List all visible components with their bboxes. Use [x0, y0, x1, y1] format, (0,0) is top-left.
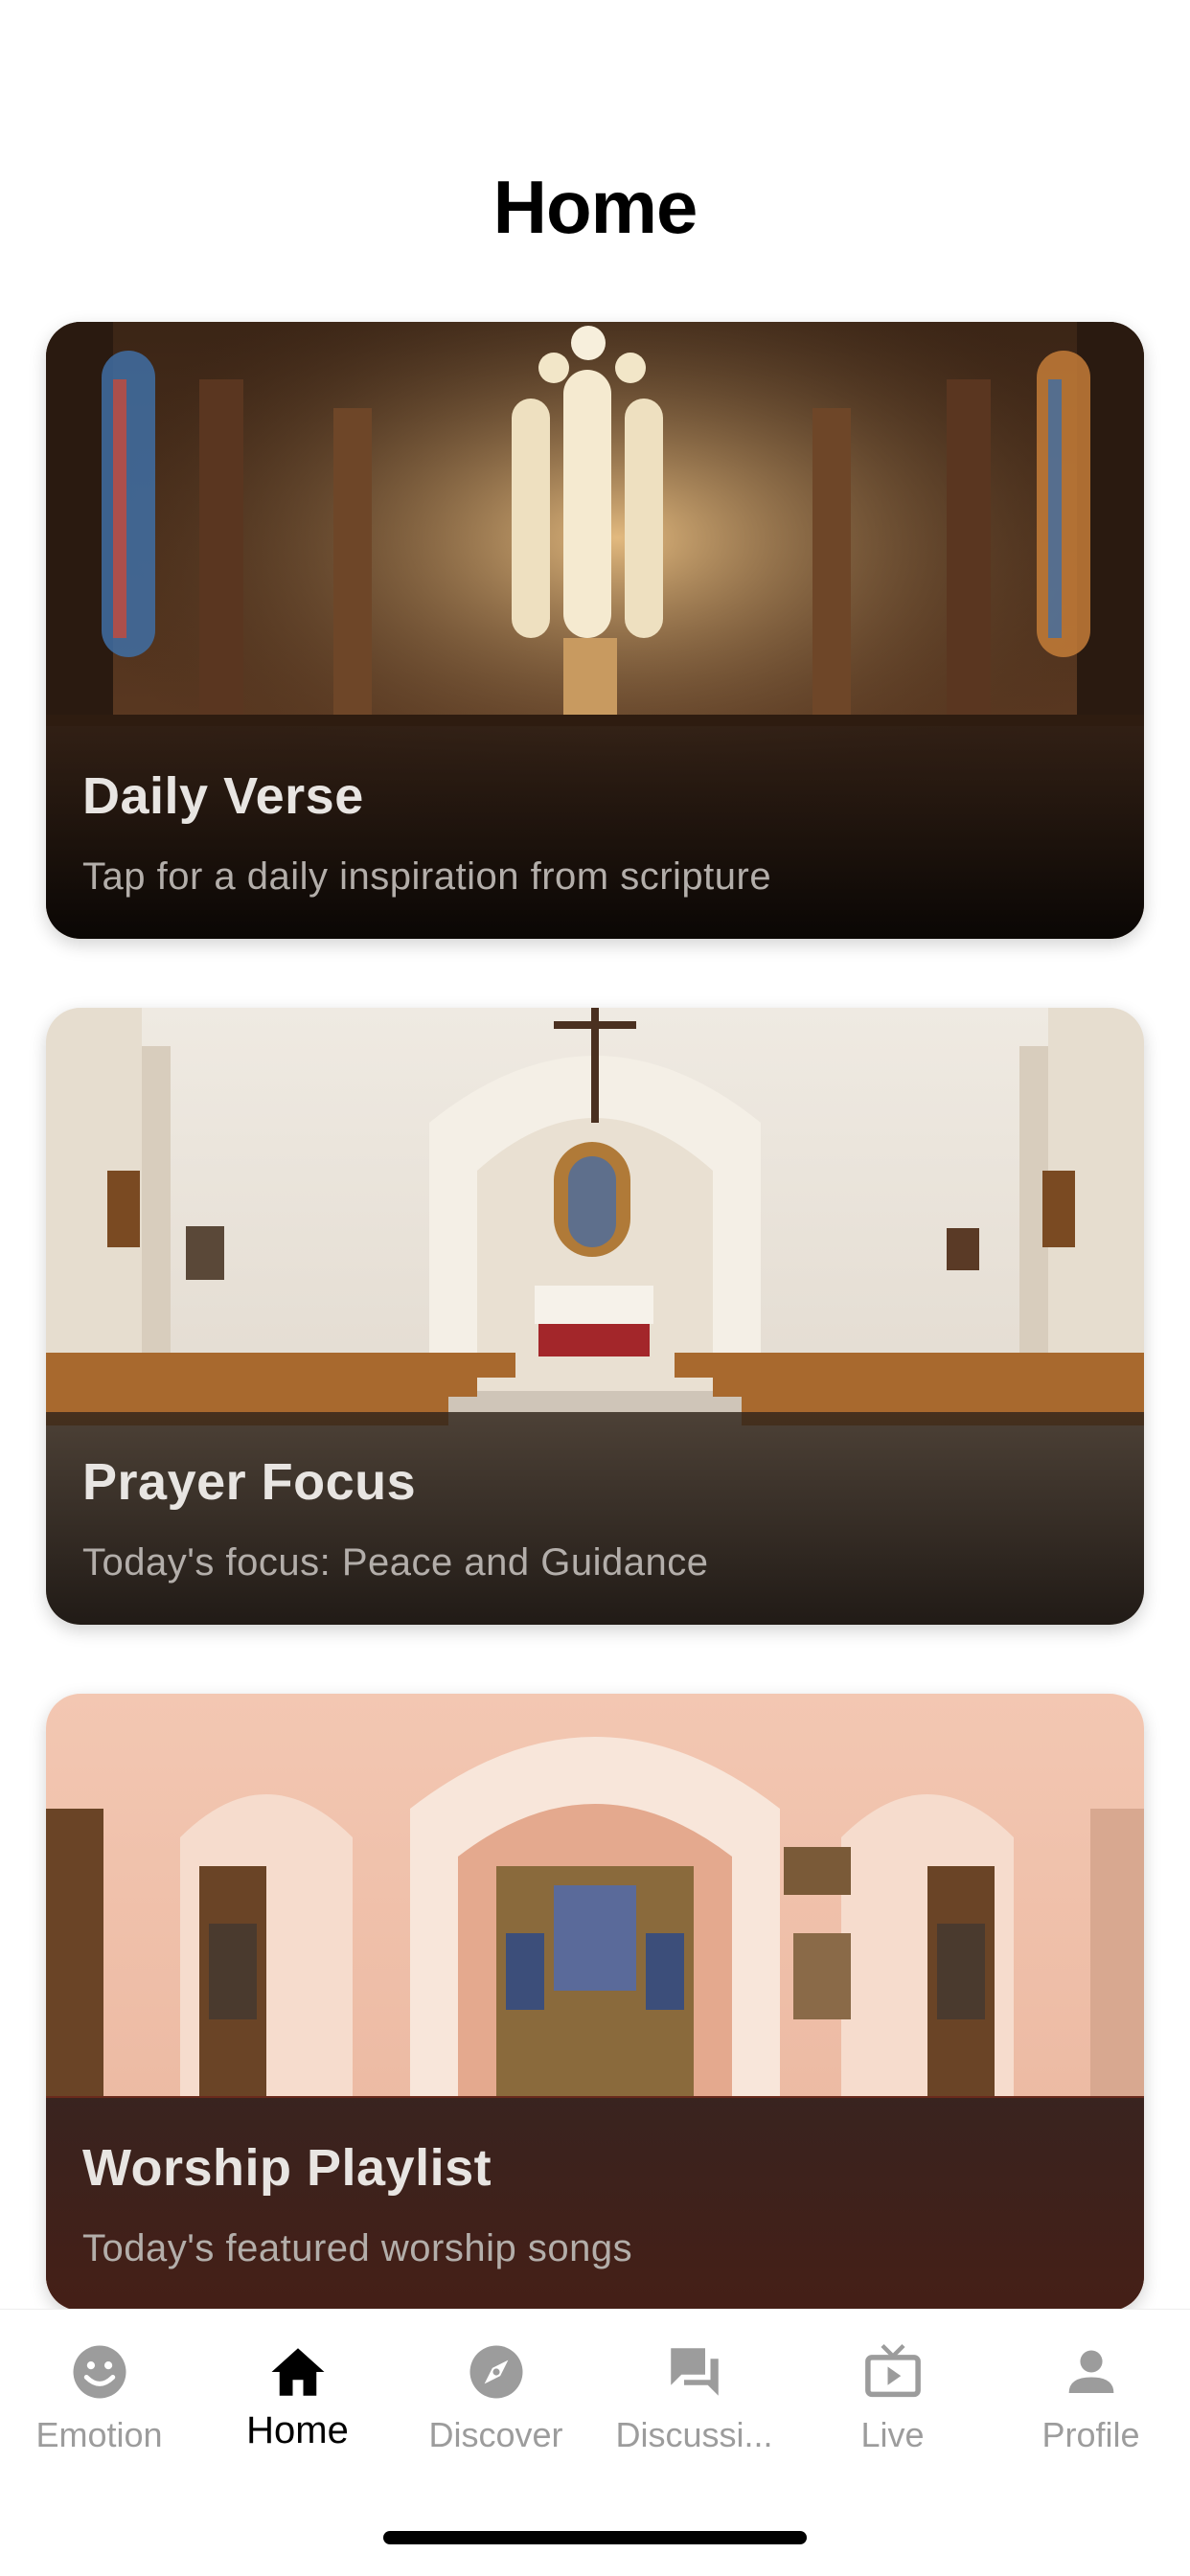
chat-bubbles-icon	[671, 2348, 719, 2396]
home-indicator[interactable]	[383, 2531, 807, 2544]
card-subtitle: Tap for a daily inspiration from scriptu…	[82, 855, 772, 898]
daily-verse-card[interactable]: Daily Verse Tap for a daily inspiration …	[46, 322, 1144, 939]
smiley-face-icon	[73, 2345, 126, 2399]
compass-icon	[469, 2345, 523, 2399]
tab-label: Home	[246, 2409, 349, 2451]
tab-discussion[interactable]: Discussi...	[595, 2310, 793, 2473]
tab-label: Profile	[1041, 2415, 1140, 2454]
tab-label: Discover	[428, 2415, 563, 2454]
tab-label: Discussi...	[615, 2415, 773, 2454]
tab-discover[interactable]: Discover	[397, 2310, 595, 2473]
house-icon	[271, 2348, 325, 2396]
tab-live[interactable]: Live	[793, 2310, 992, 2473]
person-icon	[1068, 2350, 1114, 2393]
card-overlay	[46, 2098, 1144, 2311]
tab-profile[interactable]: Profile	[992, 2310, 1190, 2473]
card-overlay	[46, 1412, 1144, 1625]
card-overlay	[46, 726, 1144, 939]
tab-label: Emotion	[35, 2415, 163, 2454]
tab-emotion[interactable]: Emotion	[0, 2310, 198, 2473]
tab-home[interactable]: Home	[198, 2310, 397, 2473]
card-title: Prayer Focus	[82, 1453, 417, 1511]
card-subtitle: Today's featured worship songs	[82, 2227, 633, 2269]
worship-playlist-card[interactable]: Worship Playlist Today's featured worshi…	[46, 1694, 1144, 2311]
card-subtitle: Today's focus: Peace and Guidance	[82, 1541, 709, 1584]
page-title: Home	[492, 165, 698, 249]
tab-label: Live	[860, 2415, 925, 2454]
card-title: Daily Verse	[82, 767, 364, 825]
tv-play-icon	[865, 2343, 921, 2398]
prayer-focus-card[interactable]: Prayer Focus Today's focus: Peace and Gu…	[46, 1008, 1144, 1625]
card-title: Worship Playlist	[82, 2139, 492, 2197]
